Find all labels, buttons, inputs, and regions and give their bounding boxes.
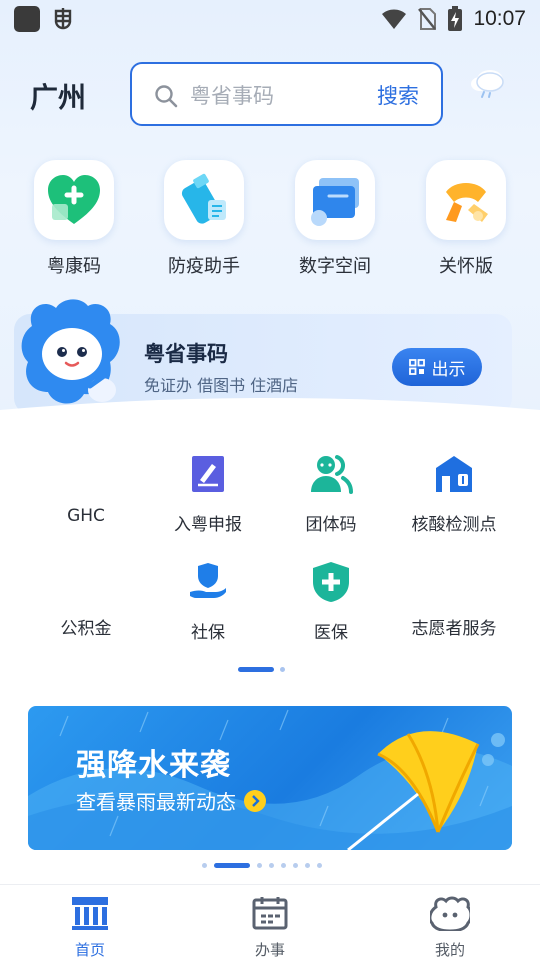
service-pager xyxy=(238,667,285,672)
quick-action-health-code[interactable]: 粤康码 xyxy=(19,160,129,278)
scarf-icon xyxy=(446,183,488,222)
service-housing-fund[interactable]: 公积金 xyxy=(24,560,148,639)
search-box[interactable]: 粤省事码 搜索 xyxy=(130,62,443,126)
show-code-button[interactable]: 出示 xyxy=(392,348,482,386)
service-social-security[interactable]: 社保 xyxy=(146,560,270,643)
pager-dot xyxy=(257,863,262,868)
wifi-icon xyxy=(382,9,407,29)
service-label: 医保 xyxy=(314,623,348,643)
bug-icon xyxy=(54,8,72,30)
pager-dot-active xyxy=(214,863,250,868)
search-input[interactable]: 粤省事码 xyxy=(190,80,274,110)
umbrella-illustration xyxy=(347,731,480,850)
quick-action-care-version[interactable]: 关怀版 xyxy=(411,160,521,278)
service-label: GHC xyxy=(67,506,105,526)
chevron-right-icon xyxy=(244,789,266,812)
code-card-title: 粤省事码 xyxy=(144,342,228,366)
service-label: 社保 xyxy=(191,623,225,643)
service-label: 公积金 xyxy=(60,619,112,639)
folders-icon xyxy=(311,178,359,226)
cloud-icon[interactable] xyxy=(468,66,508,100)
service-medical-insurance[interactable]: 医保 xyxy=(269,560,393,643)
nav-services-label: 办事 xyxy=(254,941,285,959)
edit-form-icon xyxy=(192,456,224,492)
quick-action-label: 粤康码 xyxy=(47,256,101,277)
show-code-label: 出示 xyxy=(431,359,466,380)
status-bar: 10:07 xyxy=(0,0,540,38)
home-building-icon xyxy=(72,897,108,930)
group-people-icon xyxy=(311,455,353,494)
banner-title: 强降水来袭 xyxy=(76,748,231,783)
battery-charging-icon xyxy=(448,6,463,31)
service-volunteer[interactable]: 志愿者服务 xyxy=(392,560,516,639)
calendar-icon xyxy=(252,897,288,930)
rainstorm-banner[interactable]: 强降水来袭 查看暴雨最新动态 xyxy=(28,706,512,850)
nav-home[interactable]: 首页 xyxy=(30,895,150,960)
search-icon xyxy=(155,85,178,108)
banner-subtitle: 查看暴雨最新动态 xyxy=(76,790,236,814)
nav-services[interactable]: 办事 xyxy=(210,895,330,960)
quick-action-label: 数字空间 xyxy=(299,256,371,277)
pager-dot xyxy=(305,863,310,868)
pager-dot xyxy=(317,863,322,868)
test-station-icon xyxy=(436,456,472,492)
quick-action-digital-space[interactable]: 数字空间 xyxy=(280,160,390,278)
pager-dot xyxy=(280,667,285,672)
nav-home-label: 首页 xyxy=(74,941,105,959)
green-heart-icon xyxy=(48,175,100,224)
service-label: 核酸检测点 xyxy=(411,515,497,535)
pager-dot xyxy=(202,863,207,868)
social-security-hand-icon xyxy=(190,563,226,598)
service-label: 团体码 xyxy=(305,515,357,535)
service-entry-declaration[interactable]: 入粤申报 xyxy=(146,452,270,535)
mascot-face-icon xyxy=(428,896,473,933)
quick-action-epidemic-helper[interactable]: 防疫助手 xyxy=(149,160,259,278)
pager-dot xyxy=(293,863,298,868)
pager-dot xyxy=(269,863,274,868)
service-label: 入粤申报 xyxy=(174,515,242,535)
service-ghc[interactable]: GHC xyxy=(24,452,148,526)
no-sim-icon xyxy=(418,8,437,30)
service-label: 志愿者服务 xyxy=(411,619,497,639)
pager-dot xyxy=(281,863,286,868)
quick-action-label: 防疫助手 xyxy=(168,256,240,277)
status-time: 10:07 xyxy=(473,7,526,30)
app-square-icon xyxy=(14,6,40,32)
nav-profile[interactable]: 我的 xyxy=(390,895,510,960)
service-test-station[interactable]: 核酸检测点 xyxy=(392,452,516,535)
banner-pager xyxy=(202,863,322,868)
qr-code-icon xyxy=(408,359,425,375)
header: 广州 粤省事码 搜索 xyxy=(0,62,540,128)
spray-bottle-icon xyxy=(181,173,226,224)
service-group-code[interactable]: 团体码 xyxy=(269,452,393,535)
quick-actions: 粤康码 防疫助手 数字空间 关怀版 xyxy=(0,160,540,280)
quick-action-label: 关怀版 xyxy=(439,256,493,277)
nav-profile-label: 我的 xyxy=(434,941,465,959)
pager-dot-active xyxy=(238,667,274,672)
city-selector[interactable]: 广州 xyxy=(30,76,86,116)
medical-shield-icon xyxy=(313,562,349,602)
bottom-navigation: 首页 办事 我的 xyxy=(0,884,540,960)
search-button[interactable]: 搜索 xyxy=(377,80,419,110)
